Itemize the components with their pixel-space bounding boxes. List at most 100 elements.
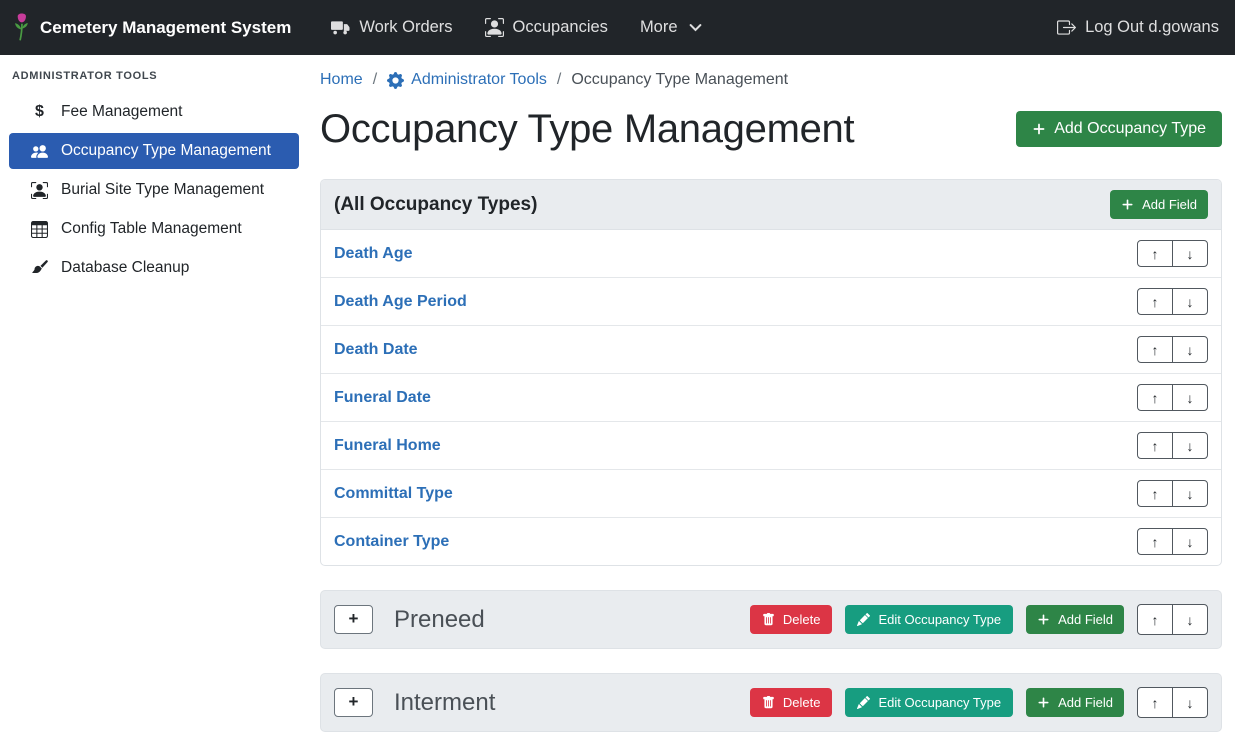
logout-link[interactable]: Log Out d.gowans <box>1041 0 1219 55</box>
sidebar-item-burial-site-type-management[interactable]: Burial Site Type Management <box>9 172 299 208</box>
move-up-button[interactable]: ↑ <box>1137 336 1173 363</box>
arrow-down-icon: ↓ <box>1187 534 1194 550</box>
person-bounding-box-icon <box>485 18 504 37</box>
main-content: Home / Administrator Tools / Occupancy T… <box>308 55 1235 738</box>
flower-logo-icon[interactable] <box>12 13 31 42</box>
arrow-up-icon: ↑ <box>1152 534 1159 550</box>
field-row: Death Age Period ↑ ↓ <box>321 278 1221 326</box>
move-down-button[interactable]: ↓ <box>1172 288 1208 315</box>
nav-more[interactable]: More <box>624 0 718 55</box>
arrow-up-icon: ↑ <box>1152 246 1159 262</box>
move-up-button[interactable]: ↑ <box>1137 528 1173 555</box>
arrow-down-icon: ↓ <box>1187 695 1194 711</box>
plus-icon <box>1032 122 1046 136</box>
field-link[interactable]: Committal Type <box>334 485 453 503</box>
plus-icon: + <box>349 692 359 712</box>
plus-icon: + <box>349 609 359 629</box>
truck-icon <box>331 18 350 37</box>
pencil-icon <box>857 613 870 626</box>
field-row: Funeral Date ↑ ↓ <box>321 374 1221 422</box>
dollar-icon: $ <box>30 104 49 120</box>
sidebar-item-label: Config Table Management <box>61 220 242 238</box>
move-up-button[interactable]: ↑ <box>1137 384 1173 411</box>
field-row: Death Date ↑ ↓ <box>321 326 1221 374</box>
reorder-buttons: ↑ ↓ <box>1137 480 1208 507</box>
plus-icon <box>1037 696 1050 709</box>
move-down-button[interactable]: ↓ <box>1172 384 1208 411</box>
field-row: Death Age ↑ ↓ <box>321 230 1221 278</box>
plus-icon <box>1037 613 1050 626</box>
field-row: Committal Type ↑ ↓ <box>321 470 1221 518</box>
nav-occupancies[interactable]: Occupancies <box>469 0 624 55</box>
add-field-button[interactable]: Add Field <box>1026 688 1124 717</box>
move-up-button[interactable]: ↑ <box>1137 288 1173 315</box>
move-up-button[interactable]: ↑ <box>1137 240 1173 267</box>
arrow-up-icon: ↑ <box>1152 390 1159 406</box>
sidebar-heading: ADMINISTRATOR TOOLS <box>0 61 308 93</box>
add-field-button[interactable]: Add Field <box>1110 190 1208 219</box>
sidebar-item-label: Burial Site Type Management <box>61 181 264 199</box>
field-link[interactable]: Death Date <box>334 341 418 359</box>
move-down-button[interactable]: ↓ <box>1172 240 1208 267</box>
arrow-down-icon: ↓ <box>1187 246 1194 262</box>
reorder-buttons: ↑ ↓ <box>1137 288 1208 315</box>
delete-button[interactable]: Delete <box>750 688 833 717</box>
breadcrumb-administrator-tools[interactable]: Administrator Tools <box>387 71 547 89</box>
nav-label: More <box>640 18 678 37</box>
add-field-button[interactable]: Add Field <box>1026 605 1124 634</box>
sidebar-item-database-cleanup[interactable]: Database Cleanup <box>9 250 299 286</box>
trash-icon <box>762 613 775 626</box>
delete-button[interactable]: Delete <box>750 605 833 634</box>
gear-icon <box>387 72 404 89</box>
pencil-icon <box>857 696 870 709</box>
field-link[interactable]: Death Age <box>334 245 413 263</box>
nav-label: Occupancies <box>513 18 608 37</box>
expand-button[interactable]: + <box>334 605 373 634</box>
arrow-down-icon: ↓ <box>1187 438 1194 454</box>
top-navbar: Cemetery Management System Work Orders <box>0 0 1235 55</box>
field-link[interactable]: Funeral Date <box>334 389 431 407</box>
field-row: Container Type ↑ ↓ <box>321 518 1221 565</box>
edit-occupancy-type-button[interactable]: Edit Occupancy Type <box>845 605 1013 634</box>
move-up-button[interactable]: ↑ <box>1137 480 1173 507</box>
move-down-button[interactable]: ↓ <box>1172 604 1208 635</box>
occupancy-type-card-interment: + Interment Delete Edit Occupancy Type <box>320 673 1222 732</box>
move-down-button[interactable]: ↓ <box>1172 336 1208 363</box>
arrow-up-icon: ↑ <box>1152 294 1159 310</box>
field-link[interactable]: Funeral Home <box>334 437 441 455</box>
reorder-buttons: ↑ ↓ <box>1137 528 1208 555</box>
move-down-button[interactable]: ↓ <box>1172 432 1208 459</box>
logout-icon <box>1057 18 1076 37</box>
broom-icon <box>30 260 49 277</box>
main-nav: Work Orders Occupancies More <box>315 0 717 55</box>
move-down-button[interactable]: ↓ <box>1172 480 1208 507</box>
breadcrumb-separator: / <box>557 71 561 89</box>
plus-icon <box>1121 198 1134 211</box>
nav-work-orders[interactable]: Work Orders <box>315 0 468 55</box>
move-up-button[interactable]: ↑ <box>1137 687 1173 718</box>
occupancy-type-card-preneed: + Preneed Delete Edit Occupancy Type <box>320 590 1222 649</box>
arrow-up-icon: ↑ <box>1152 438 1159 454</box>
field-link[interactable]: Container Type <box>334 533 449 551</box>
move-down-button[interactable]: ↓ <box>1172 687 1208 718</box>
arrow-down-icon: ↓ <box>1187 612 1194 628</box>
nav-label: Work Orders <box>359 18 452 37</box>
expand-button[interactable]: + <box>334 688 373 717</box>
field-link[interactable]: Death Age Period <box>334 293 467 311</box>
move-up-button[interactable]: ↑ <box>1137 604 1173 635</box>
arrow-down-icon: ↓ <box>1187 342 1194 358</box>
table-icon <box>30 221 49 238</box>
move-up-button[interactable]: ↑ <box>1137 432 1173 459</box>
app-title[interactable]: Cemetery Management System <box>40 18 291 38</box>
logout-label: Log Out d.gowans <box>1085 18 1219 37</box>
reorder-buttons: ↑ ↓ <box>1137 604 1208 635</box>
breadcrumb-home[interactable]: Home <box>320 71 363 89</box>
sidebar-item-config-table-management[interactable]: Config Table Management <box>9 211 299 247</box>
sidebar: ADMINISTRATOR TOOLS $ Fee Management Occ… <box>0 55 308 738</box>
sidebar-item-occupancy-type-management[interactable]: Occupancy Type Management <box>9 133 299 169</box>
move-down-button[interactable]: ↓ <box>1172 528 1208 555</box>
add-occupancy-type-button[interactable]: Add Occupancy Type <box>1016 111 1222 147</box>
sidebar-item-fee-management[interactable]: $ Fee Management <box>9 94 299 130</box>
edit-occupancy-type-button[interactable]: Edit Occupancy Type <box>845 688 1013 717</box>
field-row: Funeral Home ↑ ↓ <box>321 422 1221 470</box>
